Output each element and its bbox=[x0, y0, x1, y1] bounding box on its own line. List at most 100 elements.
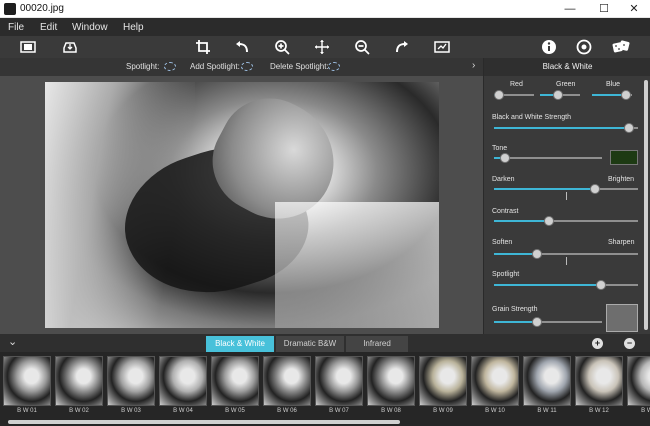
settings-icon[interactable] bbox=[576, 39, 592, 55]
preset-thumbnail[interactable] bbox=[315, 356, 363, 406]
undo-icon[interactable] bbox=[234, 39, 250, 55]
window-title: 00020.jpg bbox=[20, 3, 64, 14]
darken-brighten-knob[interactable] bbox=[589, 184, 600, 194]
preset-thumbnail[interactable] bbox=[159, 356, 207, 406]
preset-thumbnail[interactable] bbox=[627, 356, 650, 406]
grain-strength-knob[interactable] bbox=[532, 317, 543, 327]
menu-file[interactable]: File bbox=[8, 22, 24, 33]
dice-icon[interactable] bbox=[612, 39, 630, 55]
collapse-panel-icon[interactable]: › bbox=[472, 60, 475, 71]
redo-icon[interactable] bbox=[394, 39, 410, 55]
delete-spotlight-icon[interactable] bbox=[328, 62, 340, 71]
menu-help[interactable]: Help bbox=[123, 22, 144, 33]
menu-window[interactable]: Window bbox=[72, 22, 108, 33]
preset-thumbnail[interactable] bbox=[263, 356, 311, 406]
grain-strength-label: Grain Strength bbox=[492, 306, 538, 313]
preset-thumbnail[interactable] bbox=[523, 356, 571, 406]
blue-slider-knob[interactable] bbox=[621, 90, 631, 100]
contrast-slider[interactable] bbox=[494, 216, 638, 226]
preset-thumbnail[interactable] bbox=[211, 356, 259, 406]
preset-thumbnail[interactable] bbox=[55, 356, 103, 406]
crop-icon[interactable] bbox=[195, 39, 211, 55]
preset-thumbnail[interactable] bbox=[107, 356, 155, 406]
spotlight-slider[interactable] bbox=[494, 280, 638, 290]
minimize-button[interactable]: — bbox=[554, 0, 586, 18]
darken-label: Darken bbox=[492, 176, 515, 183]
grain-strength-slider[interactable] bbox=[494, 317, 602, 327]
tone-color-swatch[interactable] bbox=[610, 150, 638, 165]
zoom-in-icon[interactable] bbox=[274, 39, 290, 55]
title-bar: 00020.jpg — ☐ ✕ bbox=[0, 0, 650, 18]
thumbnail-scrollbar[interactable] bbox=[8, 420, 400, 424]
center-tick bbox=[566, 257, 567, 265]
preset-thumbnail[interactable] bbox=[575, 356, 623, 406]
close-button[interactable]: ✕ bbox=[618, 0, 650, 18]
bw-strength-slider[interactable] bbox=[494, 123, 638, 133]
menu-edit[interactable]: Edit bbox=[40, 22, 57, 33]
center-tick bbox=[566, 192, 567, 200]
tone-label: Tone bbox=[492, 145, 508, 152]
tab-infrared[interactable]: Infrared bbox=[346, 336, 408, 352]
image-frame-icon[interactable] bbox=[20, 39, 36, 55]
green-slider-knob[interactable] bbox=[553, 90, 563, 100]
preset-thumbnail[interactable] bbox=[419, 356, 467, 406]
toolbar bbox=[0, 36, 650, 58]
contrast-knob[interactable] bbox=[543, 216, 554, 226]
bw-strength-knob[interactable] bbox=[624, 123, 635, 133]
preset-tabs-bar: ⌄ Black & White Dramatic B&W Infrared + … bbox=[0, 334, 650, 352]
preset-thumbnail-label: B W 10 bbox=[485, 408, 505, 414]
preset-thumbnail[interactable] bbox=[367, 356, 415, 406]
green-slider[interactable] bbox=[540, 90, 580, 100]
spotlight-label: Spotlight: bbox=[126, 62, 160, 71]
tone-knob[interactable] bbox=[499, 153, 510, 163]
spotlight-knob[interactable] bbox=[595, 280, 606, 290]
photo-preview[interactable] bbox=[45, 82, 439, 328]
add-spotlight-icon[interactable] bbox=[241, 62, 253, 71]
preset-thumbnail-label: B W 01 bbox=[17, 408, 37, 414]
preset-thumbnail-label: B W 06 bbox=[277, 408, 297, 414]
preset-thumbnail-label: B W 05 bbox=[225, 408, 245, 414]
adjustments-panel: Black & White › Red Green Blue Black and… bbox=[472, 58, 650, 334]
remove-preset-button[interactable]: − bbox=[624, 338, 635, 349]
preset-thumbnail[interactable] bbox=[3, 356, 51, 406]
darken-brighten-slider[interactable] bbox=[494, 184, 638, 194]
green-label: Green bbox=[556, 81, 576, 88]
grain-preview[interactable] bbox=[606, 304, 638, 332]
panel-title: Black & White bbox=[484, 58, 650, 76]
preset-thumbnail-label: B W 07 bbox=[329, 408, 349, 414]
sharpen-label: Sharpen bbox=[608, 239, 635, 246]
soften-sharpen-knob[interactable] bbox=[532, 249, 543, 259]
preset-thumbnail[interactable] bbox=[471, 356, 519, 406]
preset-thumbnail-label: B W 11 bbox=[537, 408, 557, 414]
red-label: Red bbox=[510, 81, 523, 88]
soften-sharpen-slider[interactable] bbox=[494, 249, 638, 259]
blue-label: Blue bbox=[606, 81, 621, 88]
preset-thumbnail-label: B W 08 bbox=[381, 408, 401, 414]
preset-thumbnail-label: B W 09 bbox=[433, 408, 453, 414]
tab-dramatic-bw[interactable]: Dramatic B&W bbox=[276, 336, 344, 352]
soften-label: Soften bbox=[492, 239, 513, 246]
app-icon bbox=[4, 3, 16, 15]
info-icon[interactable] bbox=[541, 39, 557, 55]
add-preset-button[interactable]: + bbox=[592, 338, 603, 349]
preset-thumbnail-label: B W 04 bbox=[173, 408, 193, 414]
delete-spotlight-label: Delete Spotlight: bbox=[270, 62, 329, 71]
tray-save-icon[interactable] bbox=[62, 39, 78, 55]
compare-icon[interactable] bbox=[434, 39, 450, 55]
tab-black-white[interactable]: Black & White bbox=[206, 336, 274, 352]
zoom-out-icon[interactable] bbox=[354, 39, 370, 55]
panel-scrollbar[interactable] bbox=[644, 80, 648, 330]
thumbnail-strip: B W 01 B W 02 B W 03 B W 04 B W 05 B W 06 B W … bbox=[0, 352, 650, 426]
preset-thumbnail-label: B W 12 bbox=[589, 408, 609, 414]
add-spotlight-label: Add Spotlight: bbox=[190, 62, 240, 71]
red-slider-knob[interactable] bbox=[493, 90, 504, 100]
red-slider[interactable] bbox=[493, 90, 534, 100]
maximize-button[interactable]: ☐ bbox=[588, 0, 620, 18]
spotlight-strength-label: Spotlight bbox=[492, 271, 520, 278]
collapse-presets-icon[interactable]: ⌄ bbox=[8, 335, 17, 348]
tone-slider[interactable] bbox=[494, 153, 602, 163]
blue-slider[interactable] bbox=[592, 90, 632, 100]
preset-thumbnail-label: B W 02 bbox=[69, 408, 89, 414]
move-icon[interactable] bbox=[314, 39, 330, 55]
spotlight-ellipse-icon[interactable] bbox=[164, 62, 176, 71]
